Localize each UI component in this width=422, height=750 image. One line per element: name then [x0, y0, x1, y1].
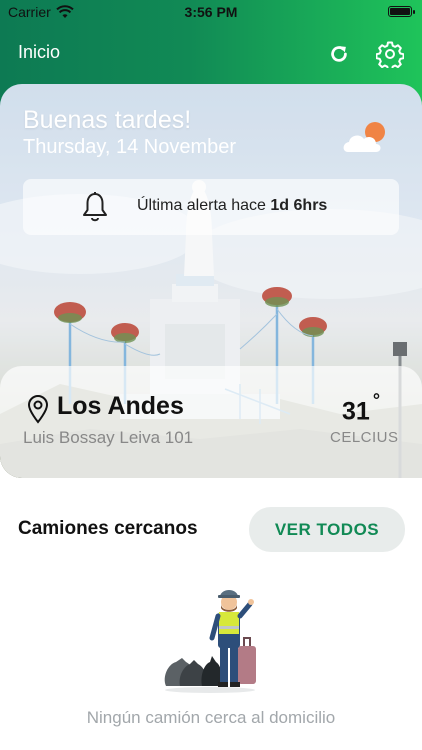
battery-icon — [388, 6, 415, 17]
bell-icon — [83, 192, 107, 222]
date-text: Thursday, 14 November — [23, 136, 237, 158]
garbage-collector-illustration — [164, 590, 256, 693]
status-bar: Carrier 3:56 PM — [0, 0, 422, 24]
greeting-text: Buenas tardes! — [23, 106, 192, 134]
partly-cloudy-icon — [343, 122, 385, 152]
last-alert-text: Última alerta hace 1d 6hrs — [137, 197, 327, 215]
address-text: Luis Bossay Leiva 101 — [23, 428, 194, 447]
location-panel: Los Andes Luis Bossay Leiva 101 31 ° CELC… — [0, 366, 422, 478]
clock-time: 3:56 PM — [184, 4, 238, 20]
nearby-trucks-title: Camiones cercanos — [18, 518, 198, 539]
gear-icon — [376, 41, 404, 68]
last-alert-prefix: Última alerta hace — [137, 197, 266, 214]
last-alert-value: 1d 6hrs — [270, 197, 328, 214]
refresh-icon — [331, 46, 347, 62]
home-screen: Carrier 3:56 PM Inicio Buenas tardes! Th… — [0, 0, 422, 750]
empty-state-message: Ningún camión cerca al domicilio — [86, 708, 336, 727]
view-all-button[interactable]: VER TODOS — [249, 507, 405, 552]
degree-symbol: ° — [372, 390, 381, 410]
settings-button[interactable] — [374, 38, 406, 70]
weather-hero-card: Buenas tardes! Thursday, 14 November Últ… — [0, 84, 422, 478]
location-pin-icon — [27, 395, 49, 424]
page-title: Inicio — [18, 42, 61, 62]
temperature-number: 31 — [342, 397, 370, 426]
temperature-value: 31 ° — [342, 390, 380, 426]
last-alert-banner[interactable]: Última alerta hace 1d 6hrs — [23, 179, 399, 235]
temperature-unit: CELCIUS — [330, 429, 399, 446]
city-name: Los Andes — [57, 392, 184, 420]
refresh-button[interactable] — [323, 38, 355, 70]
